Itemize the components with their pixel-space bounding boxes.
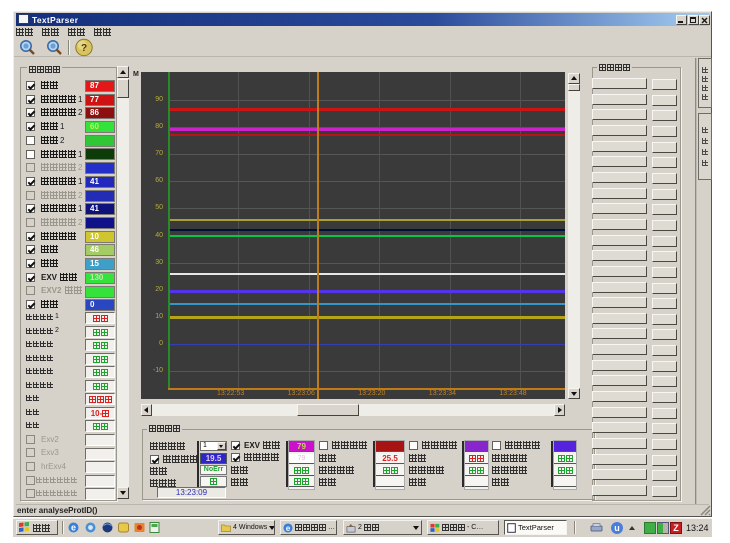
svg-text:?: ? bbox=[81, 43, 87, 54]
svg-text:e: e bbox=[286, 523, 291, 532]
svg-text:e: e bbox=[71, 523, 76, 533]
